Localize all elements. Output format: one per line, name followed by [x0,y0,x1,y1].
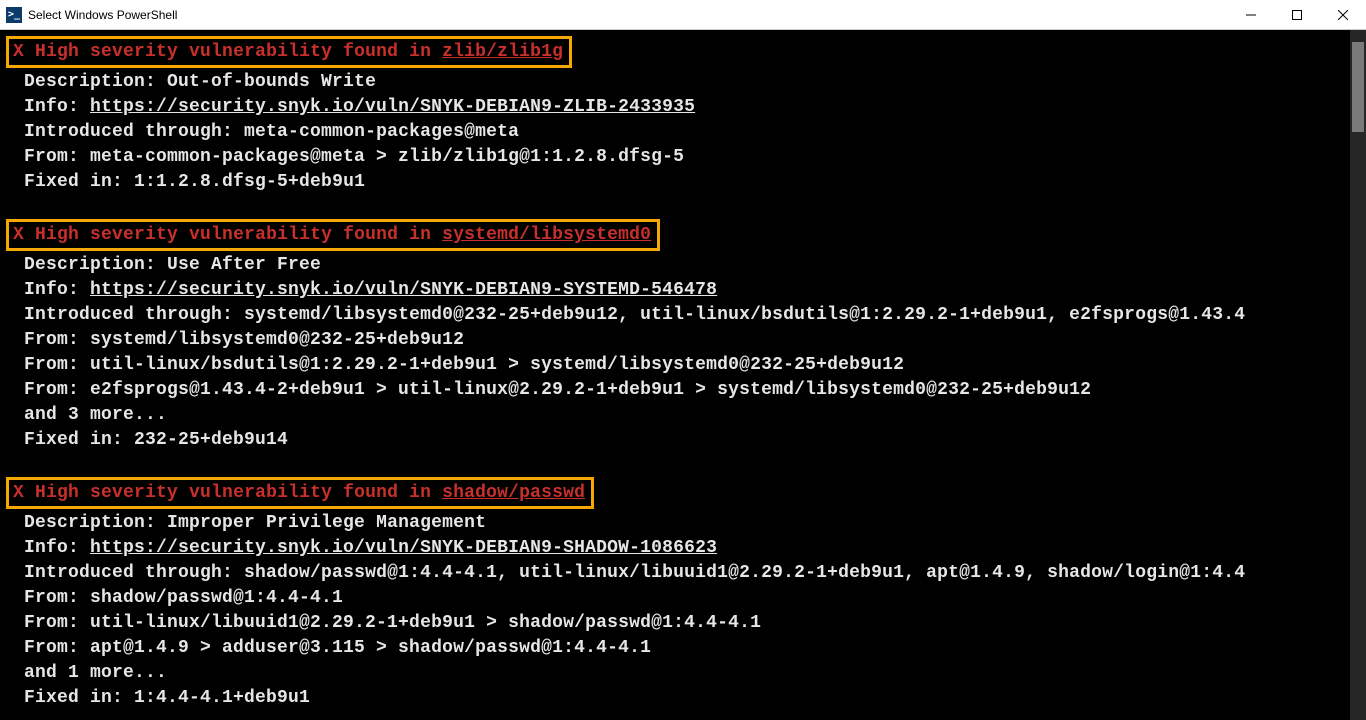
info-url[interactable]: https://security.snyk.io/vuln/SNYK-DEBIA… [90,97,695,117]
info-label: Info: [24,97,90,117]
description-label: Description: [24,255,167,275]
info-label: Info: [24,538,90,558]
package-name: shadow/passwd [442,483,585,503]
info-url[interactable]: https://security.snyk.io/vuln/SNYK-DEBIA… [90,538,717,558]
introduced-value: shadow/passwd@1:4.4-4.1, util-linux/libu… [244,563,1245,583]
introduced-line: Introduced through: meta-common-packages… [0,120,1366,145]
and-more-text: and 3 more... [24,405,167,425]
x-icon: X [13,225,24,245]
fixed-line: Fixed in: 232-25+deb9u14 [0,428,1366,453]
from-path: From: shadow/passwd@1:4.4-4.1 [24,588,343,608]
introduced-label: Introduced through: [24,122,244,142]
introduced-value: systemd/libsystemd0@232-25+deb9u12, util… [244,305,1245,325]
vulnerability-block: X High severity vulnerability found in z… [0,36,1366,195]
package-name: systemd/libsystemd0 [442,225,651,245]
window-title: Select Windows PowerShell [28,8,1228,22]
vuln-heading: X High severity vulnerability found in s… [6,477,594,509]
fixed-value: 1:4.4-4.1+deb9u1 [134,688,310,708]
info-label: Info: [24,280,90,300]
window-titlebar[interactable]: >_ Select Windows PowerShell [0,0,1366,30]
severity-text: High severity vulnerability found in [35,483,442,503]
severity-text: High severity vulnerability found in [35,42,442,62]
description-value: Improper Privilege Management [167,513,486,533]
maximize-button[interactable] [1274,0,1320,29]
fixed-label: Fixed in: [24,688,134,708]
scrollbar-thumb[interactable] [1352,42,1364,132]
fixed-value: 1:1.2.8.dfsg-5+deb9u1 [134,172,365,192]
from-line: From: util-linux/libuuid1@2.29.2-1+deb9u… [0,611,1366,636]
terminal-output[interactable]: X High severity vulnerability found in z… [0,30,1366,720]
description-line: Description: Out-of-bounds Write [0,70,1366,95]
from-path: From: e2fsprogs@1.43.4-2+deb9u1 > util-l… [24,380,1091,400]
from-path: From: meta-common-packages@meta > zlib/z… [24,147,684,167]
introduced-label: Introduced through: [24,305,244,325]
fixed-line: Fixed in: 1:4.4-4.1+deb9u1 [0,686,1366,711]
vulnerability-block: X High severity vulnerability found in s… [0,477,1366,711]
x-icon: X [13,483,24,503]
fixed-label: Fixed in: [24,172,134,192]
introduced-label: Introduced through: [24,563,244,583]
close-button[interactable] [1320,0,1366,29]
from-line: From: e2fsprogs@1.43.4-2+deb9u1 > util-l… [0,378,1366,403]
description-line: Description: Use After Free [0,253,1366,278]
from-line: From: util-linux/bsdutils@1:2.29.2-1+deb… [0,353,1366,378]
minimize-icon [1246,10,1256,20]
from-line: From: shadow/passwd@1:4.4-4.1 [0,586,1366,611]
from-line: From: apt@1.4.9 > adduser@3.115 > shadow… [0,636,1366,661]
from-path: From: systemd/libsystemd0@232-25+deb9u12 [24,330,464,350]
fixed-label: Fixed in: [24,430,134,450]
introduced-value: meta-common-packages@meta [244,122,519,142]
window-controls [1228,0,1366,29]
close-icon [1338,10,1348,20]
powershell-icon: >_ [6,7,22,23]
from-path: From: util-linux/libuuid1@2.29.2-1+deb9u… [24,613,761,633]
description-line: Description: Improper Privilege Manageme… [0,511,1366,536]
minimize-button[interactable] [1228,0,1274,29]
description-label: Description: [24,72,167,92]
vulnerability-block: X High severity vulnerability found in s… [0,219,1366,453]
severity-text: High severity vulnerability found in [35,225,442,245]
info-line: Info: https://security.snyk.io/vuln/SNYK… [0,278,1366,303]
maximize-icon [1292,10,1302,20]
info-line: Info: https://security.snyk.io/vuln/SNYK… [0,95,1366,120]
and-more-line: and 1 more... [0,661,1366,686]
scrollbar-vertical[interactable] [1350,30,1366,720]
fixed-line: Fixed in: 1:1.2.8.dfsg-5+deb9u1 [0,170,1366,195]
description-label: Description: [24,513,167,533]
from-path: From: apt@1.4.9 > adduser@3.115 > shadow… [24,638,651,658]
description-value: Out-of-bounds Write [167,72,376,92]
vuln-heading: X High severity vulnerability found in s… [6,219,660,251]
info-url[interactable]: https://security.snyk.io/vuln/SNYK-DEBIA… [90,280,717,300]
introduced-line: Introduced through: shadow/passwd@1:4.4-… [0,561,1366,586]
fixed-value: 232-25+deb9u14 [134,430,288,450]
from-line: From: meta-common-packages@meta > zlib/z… [0,145,1366,170]
and-more-text: and 1 more... [24,663,167,683]
from-path: From: util-linux/bsdutils@1:2.29.2-1+deb… [24,355,904,375]
vuln-heading: X High severity vulnerability found in z… [6,36,572,68]
description-value: Use After Free [167,255,321,275]
and-more-line: and 3 more... [0,403,1366,428]
package-name: zlib/zlib1g [442,42,563,62]
introduced-line: Introduced through: systemd/libsystemd0@… [0,303,1366,328]
info-line: Info: https://security.snyk.io/vuln/SNYK… [0,536,1366,561]
from-line: From: systemd/libsystemd0@232-25+deb9u12 [0,328,1366,353]
x-icon: X [13,42,24,62]
